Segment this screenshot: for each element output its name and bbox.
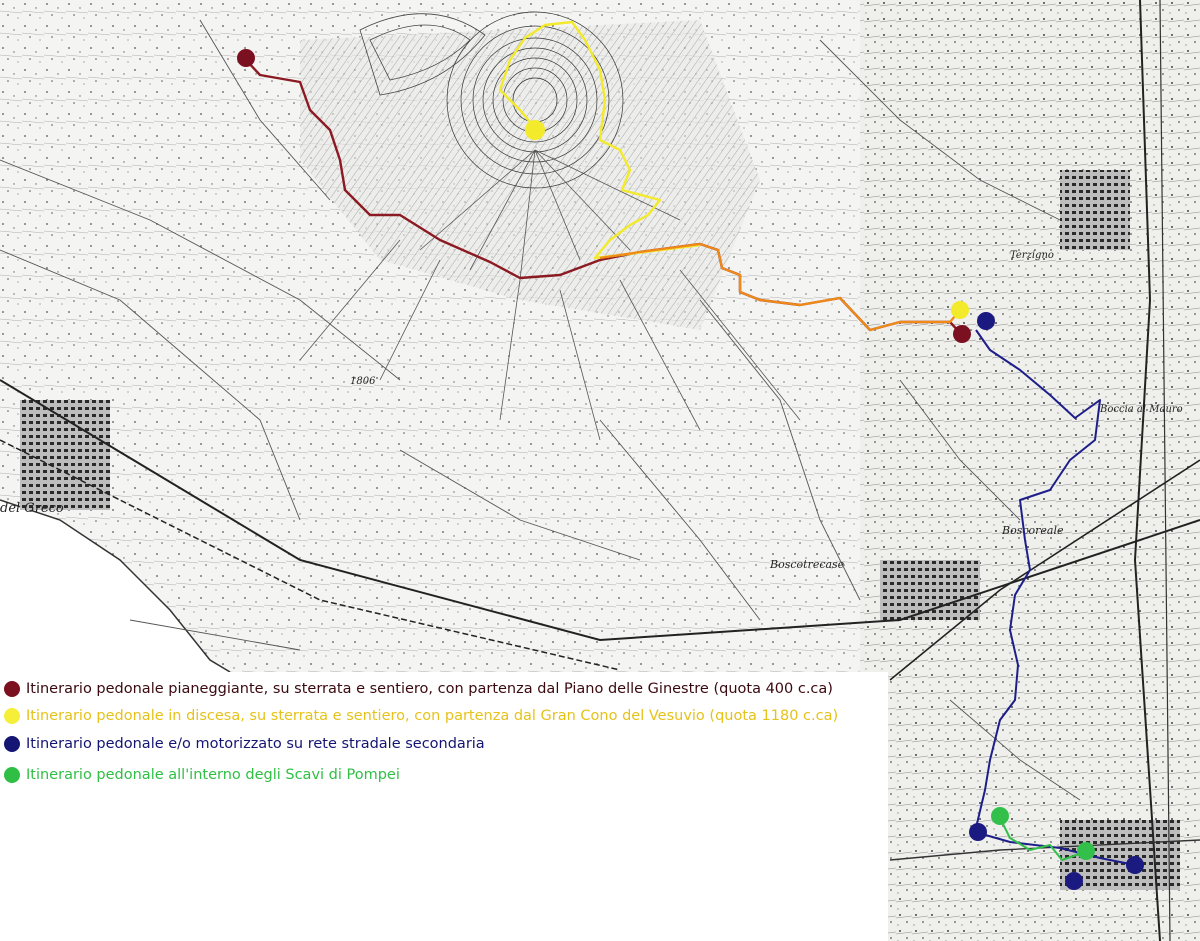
label-boscotrecase: Boscotrecase [769,558,845,571]
legend-label-scavi-pompei: Itinerario pedonale all'interno degli Sc… [26,767,400,783]
legend-label-secondary-roads: Itinerario pedonale e/o motorizzato su r… [26,736,485,752]
marker-junction-red [953,325,971,343]
town-torre-del-greco [20,400,110,510]
legend-dot-navy [4,736,20,752]
legend-item-piano-ginestre: Itinerario pedonale pianeggiante, su ste… [4,678,833,700]
marker-junction-yellow [951,301,969,319]
marker-pompei-navy-west [969,823,987,841]
marker-gran-cono-start [525,120,545,140]
label-boscoreale: Boscoreale [1001,524,1064,537]
legend-item-gran-cono: Itinerario pedonale in discesa, su sterr… [4,705,838,727]
legend-item-secondary-roads: Itinerario pedonale e/o motorizzato su r… [4,733,485,755]
legend-panel: Itinerario pedonale pianeggiante, su ste… [0,672,888,941]
marker-pompei-green-east [1077,842,1095,860]
legend-item-scavi-pompei: Itinerario pedonale all'interno degli Sc… [4,764,400,786]
marker-pompei-navy-east [1126,856,1144,874]
legend-label-piano-ginestre: Itinerario pedonale pianeggiante, su ste… [26,681,833,697]
label-terzigno: Terzigno [1010,250,1054,261]
legend-dot-green [4,767,20,783]
legend-label-gran-cono: Itinerario pedonale in discesa, su sterr… [26,708,839,724]
map-texture-east [860,0,1200,941]
town-terzigno [1060,170,1130,250]
label-quota-1806: 1806 [350,376,376,387]
label-torre-del-greco: del Greco [0,501,64,516]
marker-junction-navy [977,312,995,330]
marker-pompei-green-west [991,807,1009,825]
marker-piano-ginestre-start [237,49,255,67]
label-boccia-al-mauro: Boccia al Mauro [1099,404,1183,415]
marker-pompei-navy-south [1065,872,1083,890]
legend-dot-yellow [4,708,20,724]
legend-dot-dark-red [4,681,20,697]
